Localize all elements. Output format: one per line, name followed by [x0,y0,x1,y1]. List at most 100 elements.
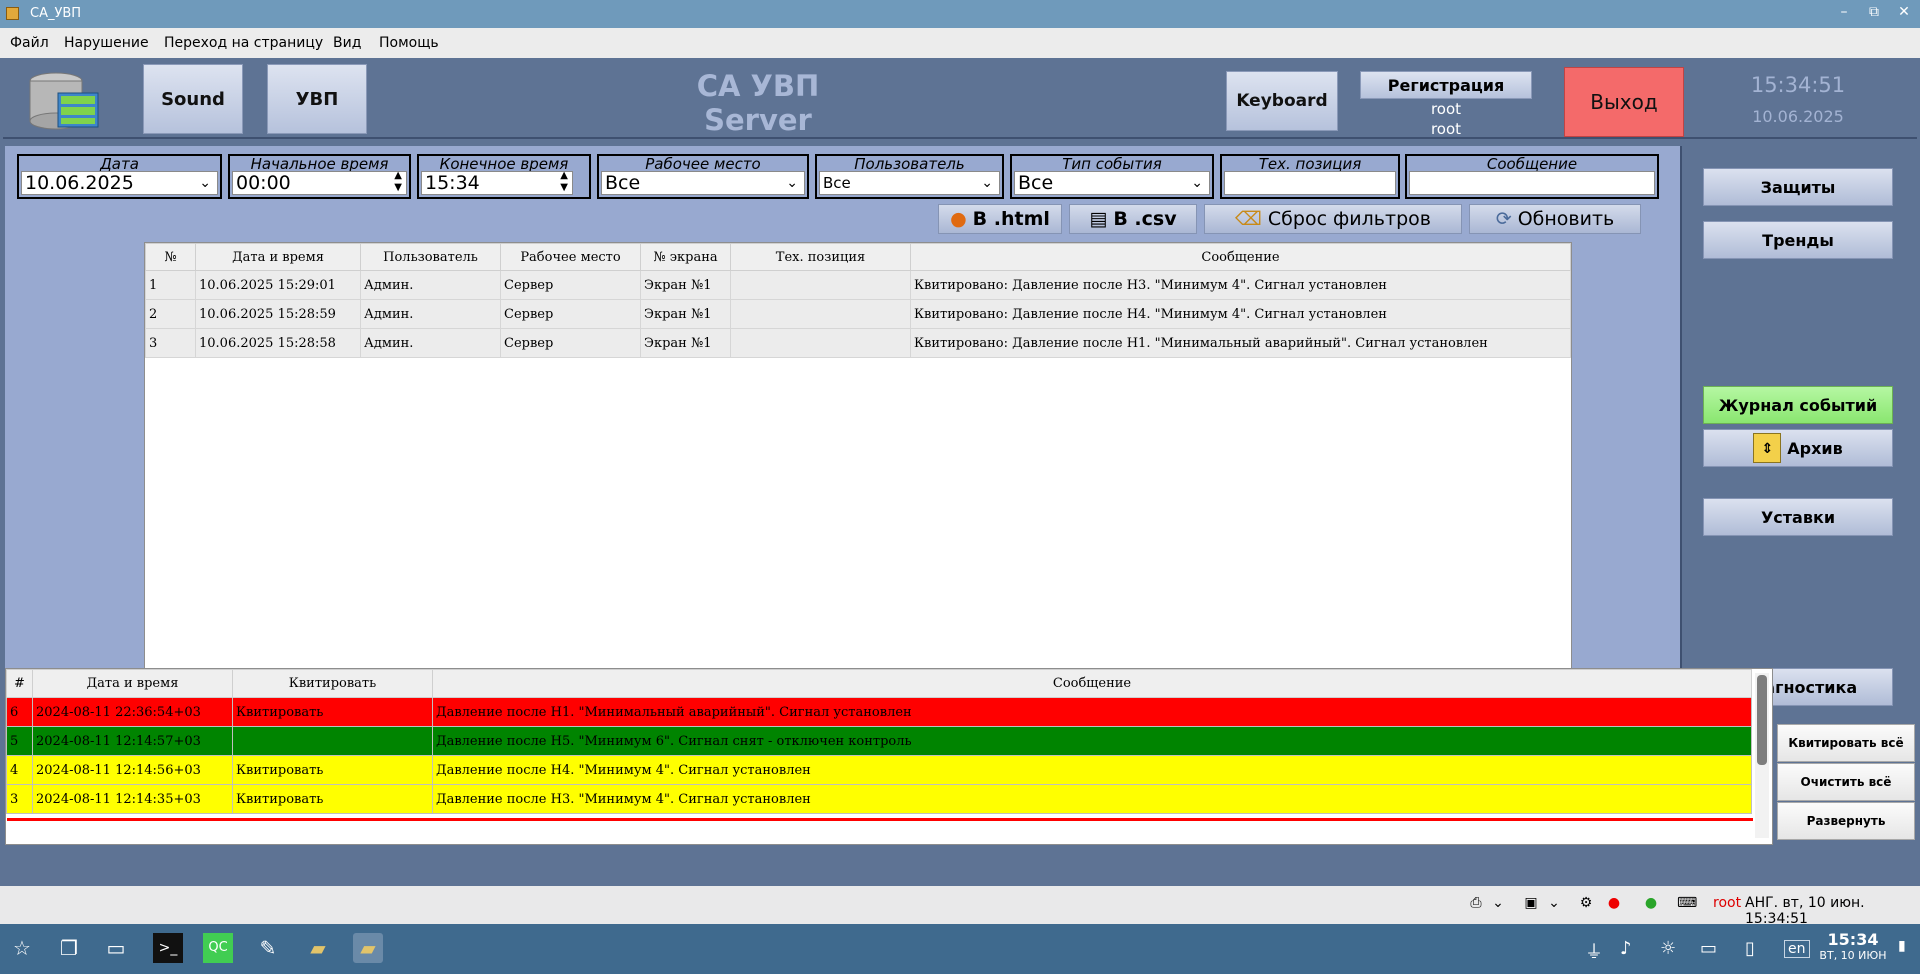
clipboard-icon[interactable]: ▣ [1523,895,1539,911]
setpoints-button[interactable]: Уставки [1703,498,1893,536]
network-icon[interactable]: ⚙ [1578,895,1594,911]
scrollbar-thumb[interactable] [1757,675,1767,765]
export-html-button[interactable]: ● В .html [938,204,1062,234]
filter-user: Пользователь Все ⌄ [815,154,1004,199]
workplace-select[interactable]: Все ⌄ [601,171,805,195]
acknowledge-link[interactable]: Квитировать [232,784,433,814]
chevron-down-icon[interactable]: ⌄ [1490,895,1506,911]
terminal-icon[interactable]: >_ [153,933,183,963]
filter-message: Сообщение [1405,154,1659,199]
volume-icon[interactable]: ♪ [1620,938,1632,959]
export-csv-button[interactable]: ▤ В .csv [1069,204,1197,234]
alarm-row[interactable]: 3 2024-08-11 12:14:35+03 Квитировать Дав… [6,784,1752,814]
battery-icon[interactable]: ▯ [1745,938,1755,959]
acknowledge-link[interactable]: Квитировать [232,755,433,785]
close-button[interactable]: ✕ [1894,4,1914,24]
spin-arrows-icon[interactable]: ▲ ▼ [394,170,402,194]
start-time-spinbox[interactable]: 00:00 ▲ ▼ [232,170,407,195]
app-launcher-icon[interactable]: ▰ [303,933,333,963]
cell-user: Админ. [360,270,501,300]
column-header[interactable]: Сообщение [910,243,1571,271]
cell-datetime: 2024-08-11 12:14:57+03 [32,726,233,756]
clear-all-button[interactable]: Очистить всё [1777,763,1915,801]
tech-position-input[interactable] [1224,171,1396,195]
cell-user: Админ. [360,299,501,329]
chevron-down-icon[interactable]: ⌄ [1546,895,1562,911]
alarm-row[interactable]: 6 2024-08-11 22:36:54+03 Квитировать Дав… [6,697,1752,727]
next-row-edge [7,818,1753,821]
sound-button[interactable]: Sound [143,64,243,134]
column-header[interactable]: Дата и время [195,243,361,271]
usb-icon[interactable]: ⏚ [1585,938,1603,964]
header-clock: 15:34:51 10.06.2025 [1723,73,1873,126]
brightness-icon[interactable]: ☼ [1660,938,1676,959]
spin-arrows-icon[interactable]: ▲ ▼ [560,170,568,194]
table-row[interactable]: 1 10.06.2025 15:29:01 Админ. Сервер Экра… [145,270,1571,300]
event-journal-table: № Дата и время Пользователь Рабочее мест… [144,242,1572,722]
file-manager-icon[interactable]: ▭ [101,933,131,963]
event-journal-button[interactable]: Журнал событий [1703,386,1893,424]
maximize-button[interactable]: ⧉ [1864,4,1884,24]
cell-datetime: 10.06.2025 15:28:59 [195,299,361,329]
menu-view[interactable]: Вид [333,35,361,51]
column-header[interactable]: Пользователь [360,243,501,271]
archive-button[interactable]: ⇕ Архив [1703,429,1893,467]
message-input[interactable] [1409,171,1655,195]
menu-file[interactable]: Файл [10,35,49,51]
registration-button[interactable]: Регистрация [1360,71,1532,99]
menu-goto-page[interactable]: Переход на страницу [164,35,323,51]
end-time-spinbox[interactable]: 15:34 ▲ ▼ [421,170,573,195]
column-header[interactable]: № [145,243,196,271]
notifications-icon[interactable]: ▮ [1898,938,1906,954]
refresh-button[interactable]: ⟳ Обновить [1469,204,1641,234]
start-menu-icon[interactable]: ☆ [7,933,37,963]
acknowledge-all-button[interactable]: Квитировать всё [1777,724,1915,762]
date-picker[interactable]: 10.06.2025 ⌄ [21,171,218,195]
column-header[interactable]: Тех. позиция [730,243,911,271]
acknowledge-link[interactable] [232,726,433,756]
export-html-label: В .html [972,208,1050,230]
reset-filters-label: Сброс фильтров [1267,208,1431,230]
table-row[interactable]: 3 10.06.2025 15:28:58 Админ. Сервер Экра… [145,328,1571,358]
status-user: root [1713,895,1742,911]
window-titlebar: СА_УВП – ⧉ ✕ [0,0,1920,28]
cell-workplace: Сервер [500,270,641,300]
user-select[interactable]: Все ⌄ [819,171,1000,195]
filter-tech-position-label: Тех. позиция [1258,155,1362,173]
column-header[interactable]: Дата и время [32,669,233,698]
column-header[interactable]: Сообщение [432,669,1752,698]
trends-button[interactable]: Тренды [1703,221,1893,259]
keyboard-layout-icon[interactable]: ⌨ [1677,895,1697,911]
acknowledge-link[interactable]: Квитировать [232,697,433,727]
qt-creator-icon[interactable]: QC [203,933,233,963]
taskbar-clock[interactable]: 15:34 ВТ, 10 ИЮН [1817,930,1889,962]
dev-tools-icon[interactable]: ✎ [253,933,283,963]
error-icon[interactable]: ● [1606,895,1622,911]
broom-icon: ⌫ [1235,208,1262,230]
uvp-button[interactable]: УВП [267,64,367,134]
column-header[interactable]: № экрана [640,243,731,271]
minimize-button[interactable]: – [1834,4,1854,24]
menu-violation[interactable]: Нарушение [64,35,149,51]
column-header[interactable]: Рабочее место [500,243,641,271]
app-icon [6,7,19,20]
display-icon[interactable]: ▭ [1700,938,1717,959]
table-row[interactable]: 2 10.06.2025 15:28:59 Админ. Сервер Экра… [145,299,1571,329]
window-switcher-icon[interactable]: ❐ [54,933,84,963]
active-app-icon[interactable]: ▰ [353,933,383,963]
reset-filters-button[interactable]: ⌫ Сброс фильтров [1204,204,1462,234]
alarm-row[interactable]: 4 2024-08-11 12:14:56+03 Квитировать Дав… [6,755,1752,785]
menu-help[interactable]: Помощь [379,35,439,51]
expand-button[interactable]: Развернуть [1777,802,1915,840]
event-type-select[interactable]: Все ⌄ [1014,171,1210,195]
printer-icon[interactable]: ⎙ [1468,895,1484,911]
column-header[interactable]: # [6,669,33,698]
language-indicator[interactable]: en [1784,940,1810,958]
alarm-row[interactable]: 5 2024-08-11 12:14:57+03 Давление после … [6,726,1752,756]
cell-message: Квитировано: Давление после Н4. "Минимум… [910,299,1571,329]
protection-button[interactable]: Защиты [1703,168,1893,206]
keyboard-button[interactable]: Keyboard [1226,71,1338,131]
column-header[interactable]: Квитировать [232,669,433,698]
exit-button[interactable]: Выход [1564,67,1684,137]
alarm-scrollbar[interactable] [1755,673,1769,838]
